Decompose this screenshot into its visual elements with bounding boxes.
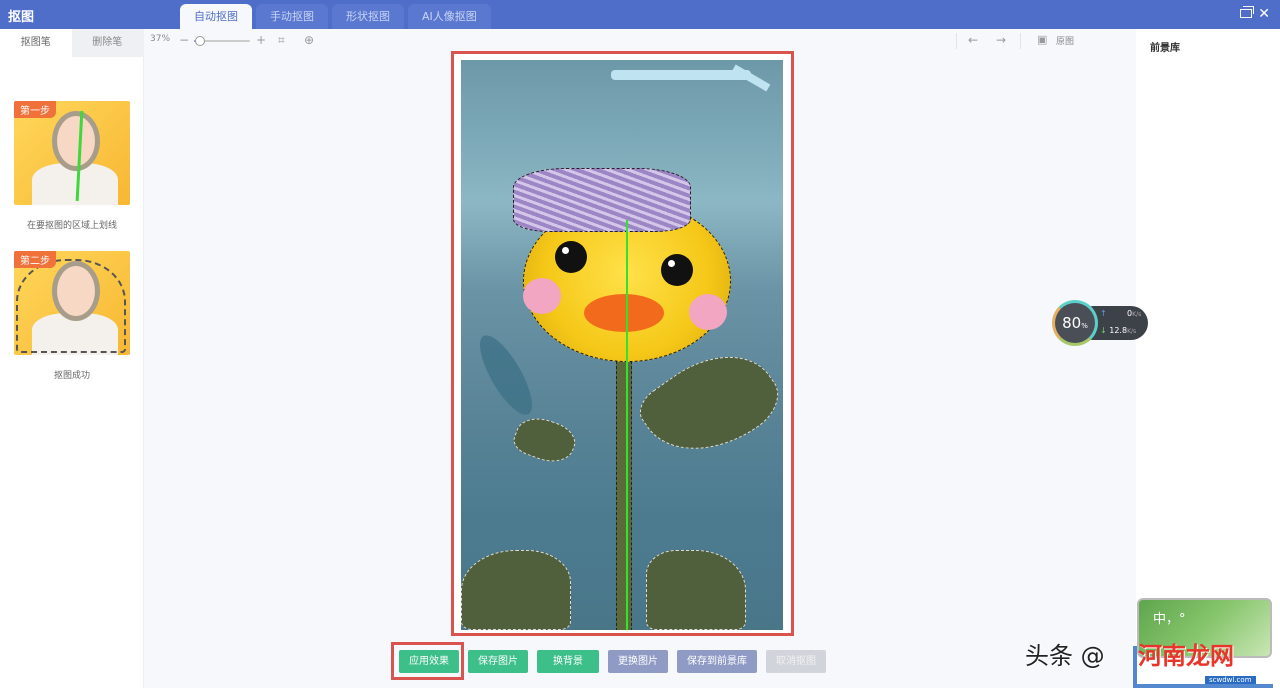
flower-stem: [616, 356, 632, 630]
magnify-icon[interactable]: ⊕: [304, 33, 314, 47]
tab-manual-cutout[interactable]: 手动抠图: [256, 4, 328, 29]
watermark-text: 头条 @: [1025, 642, 1105, 670]
pen-tabs: 抠图笔 删除笔: [0, 29, 143, 57]
step-one-caption: 在要抠图的区域上划线: [26, 221, 117, 231]
download-arrow-icon: ↓: [1100, 326, 1107, 335]
cutout-stroke-line: [626, 220, 628, 630]
duck-beak: [584, 294, 664, 332]
download-speed: ↓ 12.8K/s: [1100, 326, 1137, 335]
app-title: 抠图: [8, 10, 35, 25]
canvas-toolbar: 37% − + ⌗ ⊕ ← → ▣ 原图: [144, 29, 1136, 53]
foreground-library-title: 前景库: [1150, 43, 1180, 54]
upload-arrow-icon: ↑: [1100, 309, 1107, 318]
zoom-out-button[interactable]: −: [179, 33, 189, 47]
watermark-url: scwdwl.com: [1205, 676, 1256, 684]
original-image-icon[interactable]: ▣: [1037, 33, 1047, 47]
tab-auto-cutout[interactable]: 自动抠图: [180, 4, 252, 29]
upload-speed: ↑ 0K/s: [1100, 309, 1142, 318]
cancel-cutout-button: 取消抠图: [766, 650, 826, 673]
step-two-image: 第二步: [14, 251, 130, 355]
tab-cutout-pen[interactable]: 抠图笔: [0, 29, 72, 57]
foreground-library-panel: 前景库: [1136, 29, 1280, 688]
watermark-site: 河南龙网: [1138, 642, 1234, 670]
background-light: [611, 70, 751, 80]
leaf: [509, 410, 581, 470]
zoom-in-button[interactable]: +: [256, 33, 266, 47]
divider: [956, 33, 957, 49]
duck-cheek: [523, 278, 561, 314]
step-badge: 第一步: [14, 101, 56, 118]
memory-gauge: 80%: [1052, 300, 1098, 346]
tab-shape-cutout[interactable]: 形状抠图: [332, 4, 404, 29]
title-bar: 抠图 自动抠图 手动抠图 形状抠图 AI人像抠图 ✕: [0, 0, 1280, 29]
canvas-highlight-frame: [451, 51, 794, 636]
close-icon[interactable]: ✕: [1258, 6, 1270, 22]
replace-image-button[interactable]: 更换图片: [608, 650, 668, 673]
zoom-percent: 37%: [150, 34, 171, 44]
leaf: [461, 550, 571, 630]
ribbon-bow: [513, 168, 691, 232]
zoom-slider-thumb[interactable]: [194, 36, 205, 46]
edit-canvas[interactable]: [461, 60, 783, 630]
original-image-button[interactable]: 原图: [1056, 34, 1074, 47]
duck-eye: [661, 254, 693, 286]
restore-window-icon[interactable]: [1240, 6, 1254, 22]
duck-cheek: [689, 294, 727, 330]
crop-fit-icon[interactable]: ⌗: [278, 33, 285, 47]
mode-tabs: 自动抠图 手动抠图 形状抠图 AI人像抠图: [180, 4, 491, 29]
zoom-slider[interactable]: [194, 36, 250, 46]
selection-outline: [16, 259, 126, 353]
divider: [1020, 33, 1021, 49]
leaf: [646, 550, 746, 630]
apply-effect-highlight: [391, 642, 464, 680]
tab-ai-portrait-cutout[interactable]: AI人像抠图: [408, 4, 491, 29]
left-panel: 抠图笔 删除笔 第一步 在要抠图的区域上划线 第二步 抠图成功: [0, 29, 144, 688]
redo-arrow-icon[interactable]: →: [996, 33, 1006, 47]
tab-erase-pen[interactable]: 删除笔: [71, 29, 143, 57]
duck-eye: [555, 241, 587, 273]
save-to-foreground-library-button[interactable]: 保存到前景库: [677, 650, 757, 673]
change-background-button[interactable]: 换背景: [537, 650, 599, 673]
save-image-button[interactable]: 保存图片: [468, 650, 528, 673]
step-two-caption: 抠图成功: [53, 371, 90, 381]
step-one-image: 第一步: [14, 101, 130, 205]
undo-arrow-icon[interactable]: ←: [968, 33, 978, 47]
step-badge: 第二步: [14, 251, 56, 268]
